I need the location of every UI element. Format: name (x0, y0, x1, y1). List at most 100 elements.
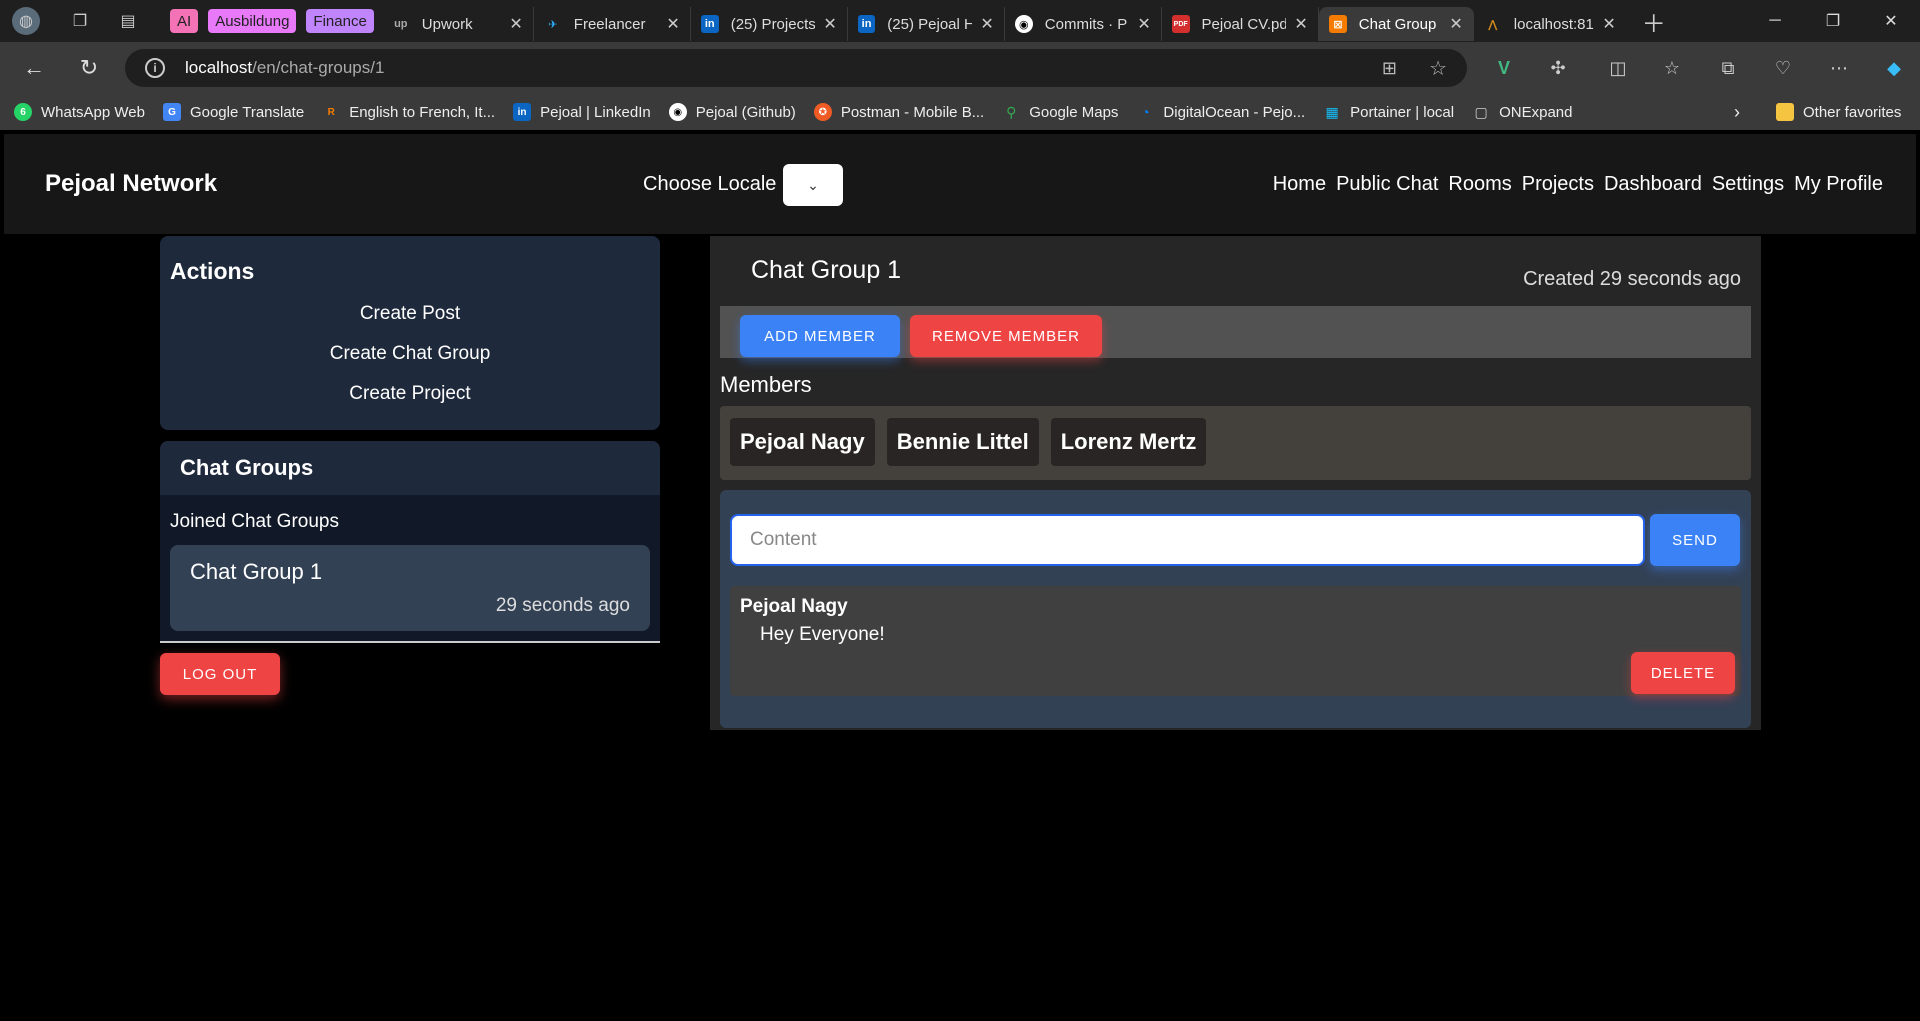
message-text: Hey Everyone! (760, 624, 885, 645)
more-menu-icon[interactable]: ⋯ (1823, 52, 1855, 84)
bookmark-whatsapp[interactable]: 6 WhatsApp Web (14, 103, 145, 121)
brand-logo[interactable]: Pejoal Network (45, 170, 217, 198)
linkedin-icon: in (700, 15, 719, 33)
split-screen-icon[interactable]: ◫ (1602, 52, 1634, 84)
nav-projects[interactable]: Projects (1522, 173, 1594, 196)
freelancer-icon: ✈ (548, 18, 558, 31)
close-window-icon[interactable]: ✕ (1862, 0, 1920, 42)
tomcat-icon: ⋀ (1488, 18, 1498, 31)
portainer-icon: ▦ (1325, 103, 1339, 120)
app-available-icon[interactable]: ⊞ (1382, 58, 1397, 79)
member-chip[interactable]: Bennie Littel (886, 418, 1039, 466)
close-tab-icon[interactable]: ✕ (972, 14, 993, 34)
other-favorites[interactable]: Other favorites (1776, 103, 1901, 121)
locale-select[interactable]: ⌄ (783, 164, 843, 206)
bookmark-label: Pejoal | LinkedIn (540, 103, 651, 121)
bookmark-label: English to French, It... (349, 103, 496, 121)
url-host: localhost (185, 58, 253, 77)
bookmark-label: ONExpand (1499, 103, 1573, 121)
extensions-icon[interactable]: ✣ (1542, 52, 1574, 84)
sidebar: Actions Create Post Create Chat Group Cr… (160, 236, 660, 695)
chat-message: Pejoal Nagy Hey Everyone! DELETE (730, 586, 1741, 696)
whatsapp-icon: 6 (14, 103, 32, 121)
linkedin-icon: in (857, 15, 876, 33)
add-member-button[interactable]: ADD MEMBER (740, 315, 900, 357)
bookmark-github[interactable]: ◉ Pejoal (Github) (668, 103, 796, 121)
bookmark-digitalocean[interactable]: ◔ DigitalOcean - Pejo... (1136, 103, 1305, 121)
chat-group-item[interactable]: Chat Group 1 29 seconds ago (170, 545, 650, 631)
address-bar-row: ← ↻ i localhost/en/chat-groups/1 ⊞ ☆ V ✣… (0, 42, 1920, 94)
logout-button[interactable]: LOG OUT (160, 653, 280, 695)
bookmark-linkedin[interactable]: in Pejoal | LinkedIn (513, 103, 651, 121)
tab-chat-group[interactable]: ⊠ Chat Group ✕ (1318, 7, 1474, 41)
create-post-link[interactable]: Create Post (170, 303, 650, 325)
nav-my-profile[interactable]: My Profile (1794, 173, 1883, 196)
nav-dashboard[interactable]: Dashboard (1604, 173, 1702, 196)
bookmark-google-translate[interactable]: G Google Translate (162, 103, 305, 121)
refresh-icon[interactable]: ↻ (73, 52, 105, 84)
nav-rooms[interactable]: Rooms (1448, 173, 1511, 196)
postman-icon: ✪ (813, 103, 832, 121)
tab-group-ai[interactable]: AI (170, 9, 199, 33)
delete-message-button[interactable]: DELETE (1631, 652, 1735, 694)
bookmark-label: Pejoal (Github) (695, 103, 796, 121)
create-chat-group-link[interactable]: Create Chat Group (170, 343, 650, 365)
create-project-link[interactable]: Create Project (170, 383, 650, 405)
url-bar[interactable]: i localhost/en/chat-groups/1 ⊞ ☆ (125, 49, 1467, 87)
tab-github-commits[interactable]: ◉ Commits · P ✕ (1005, 7, 1162, 41)
message-author: Pejoal Nagy (740, 596, 848, 617)
close-tab-icon[interactable]: ✕ (658, 14, 679, 34)
copilot-icon[interactable]: ◆ (1878, 52, 1910, 84)
bookmark-onexpand[interactable]: ▢ ONExpand (1472, 103, 1572, 121)
workspaces-icon[interactable]: ❐ (68, 9, 92, 33)
close-tab-icon[interactable]: ✕ (501, 14, 522, 34)
profile-avatar-icon[interactable]: ◍ (12, 7, 40, 35)
member-chip[interactable]: Pejoal Nagy (730, 418, 875, 466)
tab-group-ausbildung[interactable]: Ausbildung (208, 9, 297, 33)
site-info-icon[interactable]: i (145, 58, 165, 78)
message-content-input[interactable] (730, 514, 1645, 566)
created-timestamp: Created 29 seconds ago (1523, 268, 1741, 290)
bookmark-label: Portainer | local (1350, 103, 1455, 121)
tab-localhost[interactable]: ⋀ localhost:81 ✕ (1474, 7, 1626, 41)
browser-tab-bar: ◍ ❐ ▤ AI Ausbildung Finance up Upwork ✕ … (0, 0, 1920, 42)
bookmark-portainer[interactable]: ▦ Portainer | local (1323, 103, 1455, 121)
bookmarks-overflow-chevron-icon[interactable]: › (1734, 102, 1740, 123)
tab-upwork[interactable]: up Upwork ✕ (382, 7, 534, 41)
vertical-tabs-icon[interactable]: ▤ (116, 9, 140, 33)
bookmark-label: Postman - Mobile B... (840, 103, 985, 121)
bookmark-postman[interactable]: ✪ Postman - Mobile B... (813, 103, 985, 121)
collections-icon[interactable]: ⧉ (1712, 52, 1744, 84)
close-tab-icon[interactable]: ✕ (1594, 14, 1615, 34)
tab-pdf-cv[interactable]: PDF Pejoal CV.pd ✕ (1162, 7, 1319, 41)
nav-home[interactable]: Home (1273, 173, 1326, 196)
new-tab-icon[interactable]: ＋ (1642, 9, 1666, 38)
bookmark-reverso[interactable]: R English to French, It... (322, 103, 496, 121)
tab-group-finance[interactable]: Finance (306, 9, 374, 33)
bookmark-google-maps[interactable]: ⚲ Google Maps (1002, 103, 1118, 121)
minimize-icon[interactable]: ─ (1746, 0, 1804, 42)
bookmark-label: Google Translate (189, 103, 305, 121)
close-tab-icon[interactable]: ✕ (1286, 14, 1307, 34)
restore-icon[interactable]: ❐ (1804, 0, 1862, 42)
upwork-icon: up (394, 18, 408, 30)
remove-member-button[interactable]: REMOVE MEMBER (910, 315, 1102, 357)
nav-public-chat[interactable]: Public Chat (1336, 173, 1438, 196)
tab-freelancer[interactable]: ✈ Freelancer ✕ (534, 7, 691, 41)
vue-devtools-icon[interactable]: V (1488, 52, 1520, 84)
chat-groups-card: Chat Groups Joined Chat Groups Chat Grou… (160, 441, 660, 643)
close-tab-icon[interactable]: ✕ (815, 14, 836, 34)
favorites-icon[interactable]: ☆ (1656, 52, 1688, 84)
browser-essentials-icon[interactable]: ♡ (1767, 52, 1799, 84)
member-chip[interactable]: Lorenz Mertz (1050, 418, 1207, 466)
close-tab-icon[interactable]: ✕ (1129, 14, 1150, 34)
tab-title: Freelancer (573, 15, 646, 33)
tab-linkedin-projects[interactable]: in (25) Projects ✕ (691, 7, 848, 41)
favorite-star-icon[interactable]: ☆ (1429, 56, 1447, 81)
close-tab-icon[interactable]: ✕ (1441, 14, 1462, 34)
back-icon[interactable]: ← (18, 52, 50, 84)
nav-settings[interactable]: Settings (1712, 173, 1784, 196)
tab-title: (25) Pejoal H (887, 15, 973, 33)
tab-linkedin-profile[interactable]: in (25) Pejoal H ✕ (848, 7, 1005, 41)
send-button[interactable]: SEND (1650, 514, 1740, 566)
